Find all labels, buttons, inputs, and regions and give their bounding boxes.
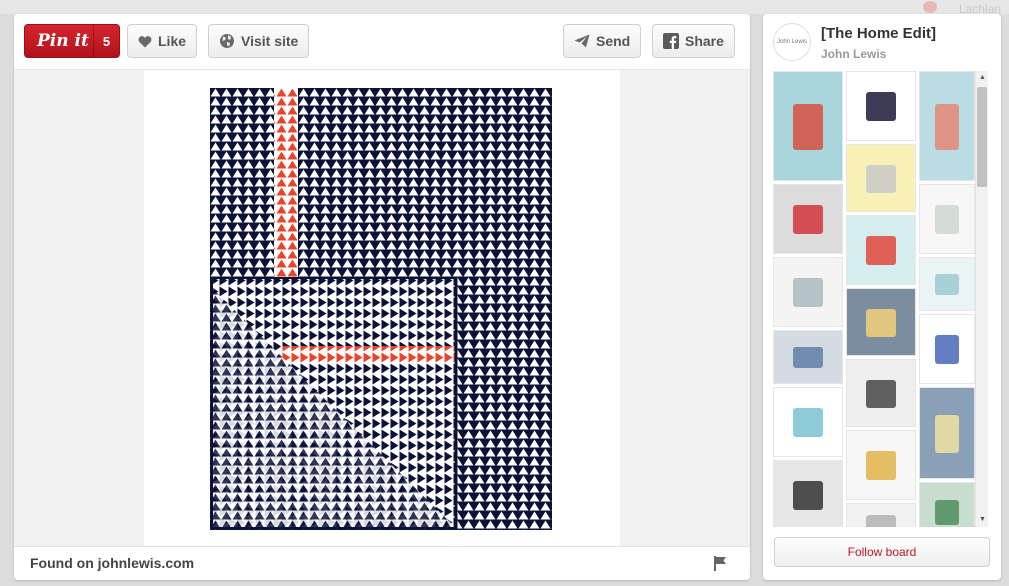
thumbnail-subject <box>793 481 823 510</box>
pin-it-label: Pin it <box>37 31 89 51</box>
send-label: Send <box>596 33 631 49</box>
thumbnail-subject <box>793 408 823 437</box>
thumbnail-subject <box>866 164 896 193</box>
board-owner[interactable]: John Lewis <box>821 47 886 61</box>
pin-card: Pin it 5 Like Visit site Send Share Foun… <box>14 14 750 580</box>
thumbnail-subject <box>935 415 959 453</box>
pin-image-frame[interactable] <box>144 70 620 546</box>
thumbnail-subject <box>866 515 896 527</box>
visit-site-icon <box>219 33 235 49</box>
board-thumbnail-bowls[interactable] <box>773 330 843 384</box>
thumbnail-subject <box>793 278 823 307</box>
pin-image-area <box>14 70 750 546</box>
board-card: John Lewis [The Home Edit] John Lewis ▲ … <box>763 14 1001 580</box>
board-thumbnail-yellow-cushion[interactable] <box>846 144 916 212</box>
board-thumbnail-red-blue-mug[interactable] <box>773 71 843 181</box>
pin-count: 5 <box>102 33 111 49</box>
board-thumbnail-mug-blue[interactable] <box>846 215 916 285</box>
board-thumbnail-grid <box>773 71 975 527</box>
board-thumbnail-black-lantern[interactable] <box>773 460 843 527</box>
thumbnail-subject <box>866 92 896 121</box>
visit-site-label: Visit site <box>241 33 299 49</box>
background-header <box>0 0 1009 14</box>
board-thumbnail-plates-stack[interactable] <box>919 184 975 254</box>
thumbnail-subject <box>935 500 959 525</box>
board-thumbnail-red-lamp[interactable] <box>773 184 843 254</box>
board-thumbnail-towels[interactable] <box>773 257 843 327</box>
send-button[interactable]: Send <box>563 24 642 58</box>
send-icon <box>574 34 590 48</box>
thumbnail-subject <box>793 346 823 369</box>
board-thumbnail-plate-stack-colour[interactable] <box>846 430 916 500</box>
pin-it-button[interactable]: Pin it 5 <box>24 24 120 58</box>
thumbnail-subject <box>866 379 896 408</box>
board-thumbnail-garden-lights[interactable] <box>919 387 975 479</box>
thumbnail-subject <box>935 205 959 234</box>
board-avatar[interactable]: John Lewis <box>773 23 811 61</box>
board-thumbnail-party-lights[interactable] <box>919 482 975 527</box>
board-thumbnail-wine-glass[interactable] <box>919 314 975 384</box>
share-label: Share <box>685 33 724 49</box>
follow-board-button[interactable]: Follow board <box>774 537 990 567</box>
background-user-avatar <box>923 1 937 13</box>
visit-site-button[interactable]: Visit site <box>208 24 310 58</box>
thumbnail-subject <box>866 308 896 337</box>
thumbnail-subject <box>935 273 959 296</box>
pin-toolbar: Pin it 5 Like Visit site Send Share <box>14 14 750 70</box>
board-thumbnail-kitchen-shelf[interactable] <box>846 503 916 527</box>
board-thumbnail-blue-tumbler[interactable] <box>773 387 843 457</box>
board-thumbnail-night-lantern[interactable] <box>846 288 916 356</box>
scroll-down-arrow-icon[interactable]: ▼ <box>978 515 987 525</box>
board-thumbnail-glass-tumblers[interactable] <box>919 257 975 311</box>
thumbnail-subject <box>866 451 896 480</box>
thumbnail-subject <box>866 236 896 265</box>
board-thumbnail-blue-table[interactable] <box>919 71 975 181</box>
board-thumbnail-pendant-lamp[interactable] <box>846 359 916 427</box>
scroll-up-arrow-icon[interactable]: ▲ <box>978 73 987 83</box>
like-button[interactable]: Like <box>127 24 198 58</box>
found-on-source[interactable]: Found on johnlewis.com <box>30 555 194 571</box>
board-thumbnail-striped-throw[interactable] <box>846 71 916 141</box>
thumbnail-subject <box>793 104 823 150</box>
pin-footer: Found on johnlewis.com <box>14 546 750 580</box>
share-button[interactable]: Share <box>652 24 735 58</box>
board-title[interactable]: [The Home Edit] <box>821 25 936 42</box>
facebook-icon <box>663 33 679 49</box>
pin-image-throw <box>210 88 552 530</box>
flag-icon[interactable] <box>714 556 727 576</box>
scroll-thumb[interactable] <box>977 87 987 187</box>
board-scrollbar[interactable]: ▲ ▼ <box>975 71 988 527</box>
like-label: Like <box>158 33 187 49</box>
thumbnail-subject <box>935 335 959 364</box>
heart-icon <box>138 35 152 48</box>
thumbnail-subject <box>793 205 823 234</box>
thumbnail-subject <box>935 104 959 150</box>
